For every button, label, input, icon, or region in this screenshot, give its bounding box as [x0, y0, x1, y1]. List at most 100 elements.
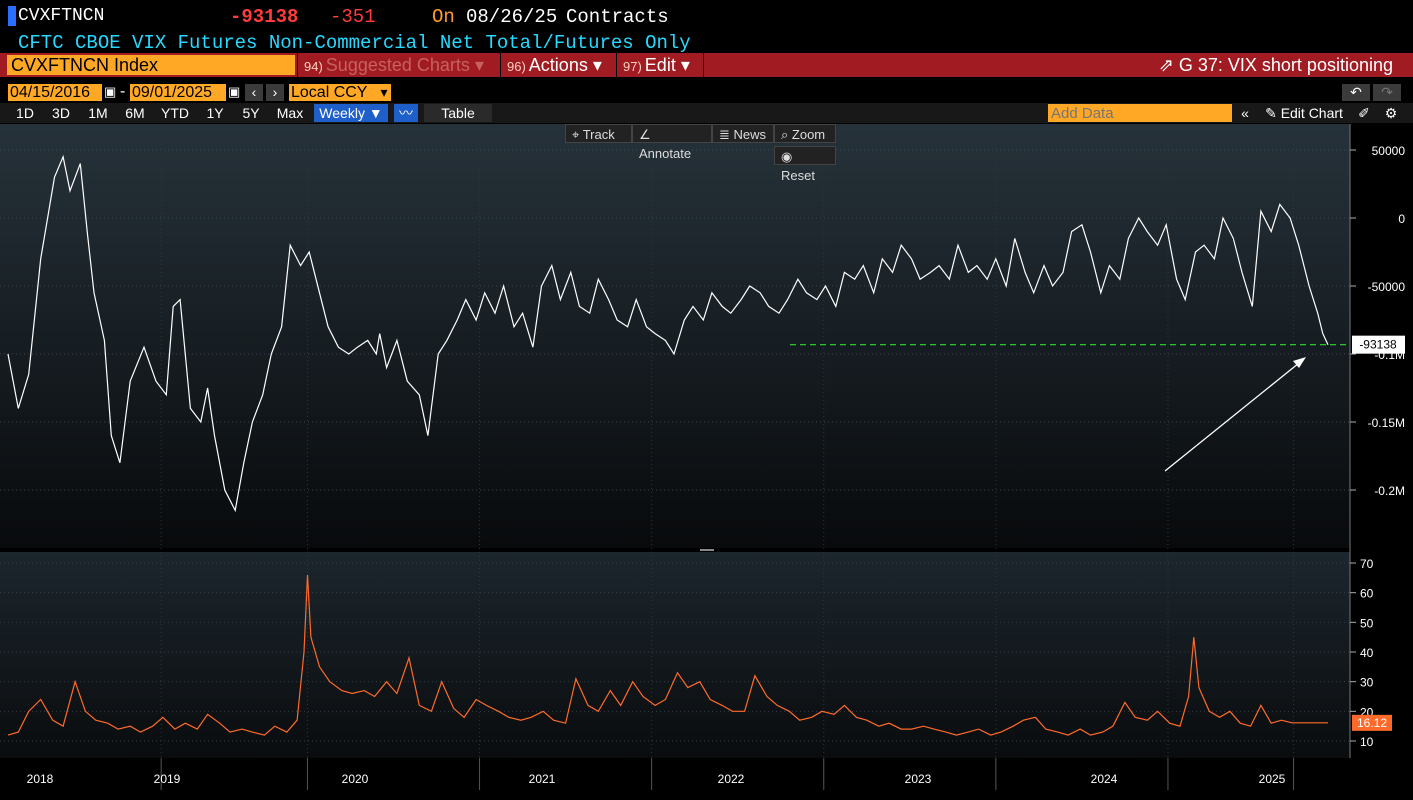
x-tick-label: 2025	[1259, 772, 1286, 786]
period-max[interactable]: Max	[270, 104, 310, 122]
security-description: CFTC CBOE VIX Futures Non-Commercial Net…	[18, 32, 691, 54]
x-tick-label: 2021	[529, 772, 556, 786]
line-chart-icon[interactable]: 〰	[394, 104, 418, 122]
chart-canvas: 2018 2019 2020 2021 2022 2023 2024 2025 50000 0 -…	[0, 124, 1413, 800]
period-3d[interactable]: 3D	[44, 104, 78, 122]
period-1d[interactable]: 1D	[8, 104, 42, 122]
reset-label: Reset	[781, 168, 815, 183]
collapse-icon[interactable]: «	[1236, 104, 1254, 122]
menu-number: 94)	[304, 59, 323, 74]
y-tick-label: -0.2M	[1374, 484, 1405, 498]
x-tick-label: 2020	[342, 772, 369, 786]
edit-chart-label: Edit Chart	[1280, 105, 1343, 121]
on-label: On	[432, 6, 455, 28]
actions-menu[interactable]: 96) Actions ▾	[507, 55, 602, 75]
menu-label: Edit	[644, 55, 676, 75]
vix-last-label: 16.12	[1357, 716, 1387, 730]
next-period-button[interactable]: ›	[266, 84, 284, 101]
start-date-field[interactable]: 04/15/2016	[8, 84, 102, 101]
currency-select[interactable]: Local CCY	[289, 84, 377, 101]
external-link-icon: ⇗	[1158, 55, 1174, 75]
add-data-input[interactable]	[1048, 104, 1232, 122]
last-date: 08/26/25	[466, 6, 558, 28]
y-tick-label: -50000	[1368, 280, 1406, 294]
news-button[interactable]: ≣ News	[712, 124, 774, 143]
ticker-symbol: CVXFTNCN	[18, 6, 105, 26]
x-axis-bg	[0, 758, 1413, 800]
news-label: News	[733, 127, 767, 142]
end-date-field[interactable]: 09/01/2025	[130, 84, 226, 101]
lower-panel-bg	[0, 552, 1350, 758]
news-icon: ≣	[719, 127, 730, 142]
menu-label: Suggested Charts	[325, 55, 470, 75]
edit-menu[interactable]: 97) Edit ▾	[623, 55, 690, 75]
y-tick-label: -0.15M	[1368, 416, 1405, 430]
menu-label: Actions	[528, 55, 588, 75]
reset-button[interactable]: ◉ Reset	[774, 146, 836, 183]
chevron-down-icon: ▾	[592, 55, 602, 75]
y-tick-label: 50	[1360, 616, 1374, 630]
last-value-label: -93138	[1359, 338, 1397, 352]
divider	[297, 53, 298, 77]
y-tick-label: 0	[1398, 212, 1405, 226]
x-tick-label: 2019	[154, 772, 181, 786]
zoom-button[interactable]: ⌕ Zoom	[774, 124, 836, 143]
period-5y[interactable]: 5Y	[234, 104, 268, 122]
annotate-icon: ∠	[639, 127, 651, 142]
undo-icon[interactable]: ↶	[1342, 84, 1370, 101]
period-bar: 1D 3D 1M 6M YTD 1Y 5Y Max Weekly ▼ 〰 Tab…	[0, 103, 1413, 123]
y-tick-label: 40	[1360, 646, 1374, 660]
calendar-icon[interactable]: ▣	[228, 84, 240, 100]
chevron-down-icon[interactable]: ▾	[377, 84, 391, 101]
chart-title[interactable]: ⇗ G 37: VIX short positioning	[1159, 55, 1393, 76]
unit-label: Contracts	[566, 6, 669, 28]
x-tick-label: 2023	[905, 772, 932, 786]
last-value: -93138	[230, 6, 299, 28]
zoom-label: Zoom	[791, 127, 826, 142]
index-field[interactable]: CVXFTNCN Index	[7, 55, 295, 75]
divider	[500, 53, 501, 77]
divider	[616, 53, 617, 77]
net-change: -351	[330, 6, 376, 28]
calendar-icon[interactable]: ▣	[104, 84, 116, 100]
upper-panel-bg	[0, 124, 1350, 548]
date-range-bar: 04/15/2016 ▣ - 09/01/2025 ▣ ‹ › Local CC…	[0, 82, 1413, 102]
track-label: Track	[582, 127, 615, 142]
period-1y[interactable]: 1Y	[198, 104, 232, 122]
security-header: CVXFTNCN -93138 -351 On 08/26/25 Contrac…	[0, 0, 1413, 32]
x-tick-label: 2018	[27, 772, 54, 786]
y-tick-label: 70	[1360, 557, 1374, 571]
chart-settings-icon[interactable]: ✐	[1354, 104, 1374, 122]
annotate-button[interactable]: ∠ Annotate	[632, 124, 712, 161]
pencil-icon: ✎	[1265, 105, 1277, 121]
command-bar: CVXFTNCN Index 94) Suggested Charts ▾ 96)…	[0, 53, 1413, 77]
table-button[interactable]: Table	[424, 104, 492, 122]
period-1m[interactable]: 1M	[80, 104, 116, 122]
y-tick-label: 60	[1360, 587, 1374, 601]
menu-number: 97)	[623, 59, 642, 74]
frequency-label: Weekly	[319, 105, 365, 121]
x-tick-label: 2024	[1091, 772, 1118, 786]
period-6m[interactable]: 6M	[118, 104, 152, 122]
range-dash: -	[120, 83, 126, 100]
previous-period-button[interactable]: ‹	[245, 84, 263, 101]
gear-icon[interactable]: ⚙	[1380, 104, 1402, 122]
annotate-label: Annotate	[639, 146, 692, 161]
edit-chart-button[interactable]: ✎ Edit Chart	[1258, 104, 1350, 122]
x-tick-label: 2022	[718, 772, 745, 786]
period-ytd[interactable]: YTD	[154, 104, 196, 122]
search-icon: ⌕	[781, 127, 789, 142]
menu-number: 96)	[507, 59, 526, 74]
y-tick-label: 30	[1360, 676, 1374, 690]
ticker-marker	[8, 6, 16, 26]
y-tick-label: 10	[1360, 735, 1374, 749]
y-tick-label: 50000	[1372, 144, 1406, 158]
frequency-select[interactable]: Weekly ▼	[314, 104, 388, 122]
suggested-charts-menu[interactable]: 94) Suggested Charts ▾	[304, 55, 484, 75]
panel-splitter[interactable]	[700, 549, 714, 551]
crosshair-icon: ⌖	[572, 127, 580, 142]
redo-icon[interactable]: ↷	[1373, 84, 1401, 101]
divider	[703, 53, 704, 77]
track-button[interactable]: ⌖ Track	[565, 124, 632, 143]
chevron-down-icon: ▼	[368, 105, 383, 121]
